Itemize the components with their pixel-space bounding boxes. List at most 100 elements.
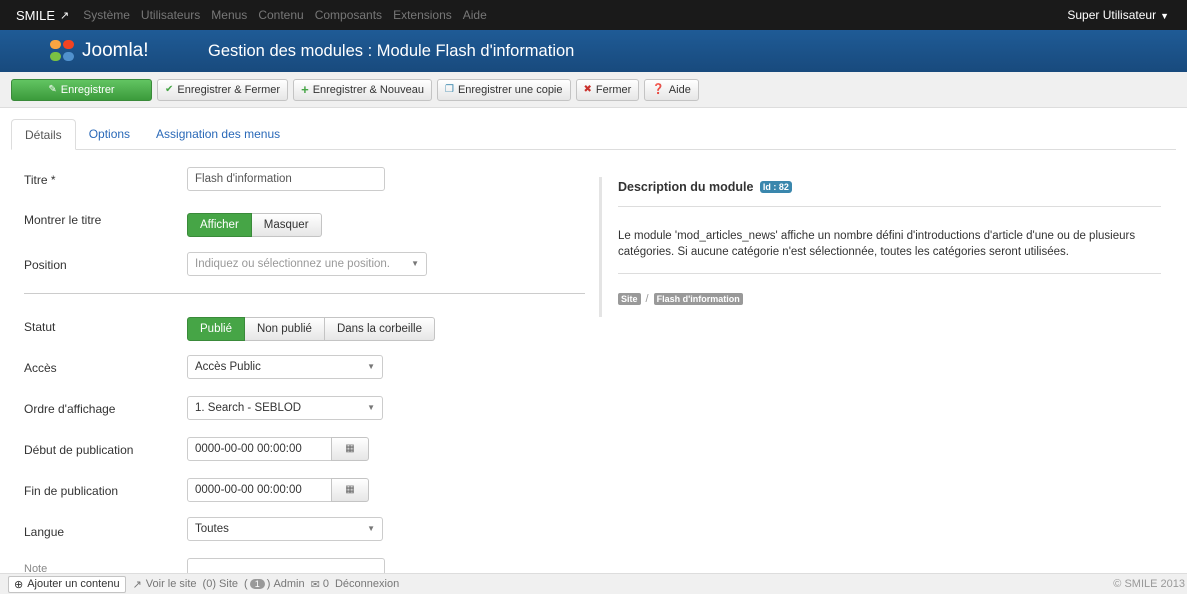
caret-down-icon: ▼ <box>411 259 419 268</box>
menu-menus[interactable]: Menus <box>211 8 247 22</box>
logout-link[interactable]: Déconnexion <box>335 578 399 590</box>
admin-label: Admin <box>273 578 305 590</box>
id-badge: Id : 82 <box>759 181 792 193</box>
page-header: Joomla! Gestion des modules : Module Fla… <box>0 30 1187 72</box>
menu-systeme[interactable]: Système <box>83 8 130 22</box>
menu-aide[interactable]: Aide <box>463 8 487 22</box>
help-button[interactable]: ❓ Aide <box>644 78 699 101</box>
tab-menu-assignment[interactable]: Assignation des menus <box>143 119 293 150</box>
caret-down-icon: ▼ <box>1160 11 1169 21</box>
messages-link[interactable]: ✉ 0 <box>311 578 329 591</box>
save-close-label: Enregistrer & Fermer <box>177 83 281 96</box>
calendar-icon[interactable]: ▦ <box>331 437 369 461</box>
save-copy-button[interactable]: ❐ Enregistrer une copie <box>436 78 571 101</box>
save-copy-label: Enregistrer une copie <box>457 83 563 96</box>
site-users-count: (0) Site <box>202 578 239 590</box>
order-value: 1. Search - SEBLOD <box>195 402 302 414</box>
copy-icon: ❐ <box>444 84 454 95</box>
show-title-masquer[interactable]: Masquer <box>251 213 322 237</box>
tab-bar: Détails Options Assignation des menus <box>11 119 1176 150</box>
menu-utilisateurs[interactable]: Utilisateurs <box>141 8 200 22</box>
copyright-text: © SMILE 2013 <box>1113 578 1185 590</box>
language-value: Toutes <box>195 523 229 535</box>
caret-down-icon: ▼ <box>367 362 375 371</box>
caret-down-icon: ▼ <box>367 403 375 412</box>
save-label: Enregistrer <box>60 83 115 96</box>
menu-extensions[interactable]: Extensions <box>393 8 452 22</box>
publish-up-label: Début de publication <box>24 443 134 457</box>
crumb-site: Site <box>618 293 641 305</box>
access-label: Accès <box>24 361 57 375</box>
position-select[interactable]: Indiquez ou sélectionnez une position. ▼ <box>187 252 427 276</box>
show-title-toggle: Afficher Masquer <box>187 213 322 237</box>
user-menu[interactable]: Super Utilisateur ▼ <box>1067 8 1169 22</box>
view-site-label: Voir le site <box>145 578 197 590</box>
title-input[interactable] <box>187 167 385 191</box>
add-content-label: Ajouter un contenu <box>27 578 120 590</box>
tab-options[interactable]: Options <box>76 119 143 150</box>
title-label: Titre * <box>24 173 56 187</box>
check-icon: ✔ <box>165 84 174 95</box>
publish-down-input[interactable] <box>187 478 332 502</box>
plus-icon: + <box>301 82 309 97</box>
close-label: Fermer <box>595 83 632 96</box>
status-published[interactable]: Publié <box>187 317 245 341</box>
description-title-text: Description du module <box>618 180 754 194</box>
save-button[interactable]: ✎ Enregistrer <box>11 78 152 101</box>
site-brand-link[interactable]: SMILE ↗ <box>16 8 69 23</box>
status-toggle: Publié Non publié Dans la corbeille <box>187 317 435 341</box>
menu-contenu[interactable]: Contenu <box>258 8 303 22</box>
status-unpublished[interactable]: Non publié <box>244 317 325 341</box>
note-input[interactable] <box>187 558 385 573</box>
joomla-logo-icon <box>50 40 76 62</box>
edit-icon: ✎ <box>48 84 57 95</box>
show-title-label: Montrer le titre <box>24 213 102 227</box>
user-name: Super Utilisateur <box>1067 8 1157 22</box>
save-new-label: Enregistrer & Nouveau <box>312 83 424 96</box>
position-placeholder: Indiquez ou sélectionnez une position. <box>195 258 391 270</box>
crumb-separator: / <box>645 293 649 305</box>
brand-name: SMILE <box>16 7 56 23</box>
add-content-button[interactable]: ⊕ Ajouter un contenu <box>8 575 126 593</box>
external-link-icon: ↗ <box>132 578 142 591</box>
cancel-icon: ✖ <box>583 84 592 95</box>
publish-up-input[interactable] <box>187 437 332 461</box>
admin-count-badge: 1 <box>249 579 265 589</box>
module-description-panel: Description du module Id : 82 Le module … <box>599 177 1161 317</box>
access-value: Accès Public <box>195 361 261 373</box>
view-site-link[interactable]: ↗ Voir le site <box>133 578 197 591</box>
save-new-button[interactable]: + Enregistrer & Nouveau <box>293 78 432 101</box>
order-select[interactable]: 1. Search - SEBLOD ▼ <box>187 396 383 420</box>
publish-down-label: Fin de publication <box>24 484 119 498</box>
status-bar: ⊕ Ajouter un contenu ↗ Voir le site (0) … <box>0 573 1187 594</box>
description-text: Le module 'mod_articles_news' affiche un… <box>618 230 1136 258</box>
messages-count: 0 <box>322 578 329 590</box>
divider <box>618 206 1161 207</box>
external-link-icon: ↗ <box>60 9 70 22</box>
plus-circle-icon: ⊕ <box>14 578 24 591</box>
admin-users: (1) Admin <box>244 578 305 590</box>
order-label: Ordre d'affichage <box>24 402 116 416</box>
access-select[interactable]: Accès Public ▼ <box>187 355 383 379</box>
language-select[interactable]: Toutes ▼ <box>187 517 383 541</box>
divider <box>24 293 585 294</box>
logo-text: Joomla! <box>82 40 149 61</box>
calendar-icon[interactable]: ▦ <box>331 478 369 502</box>
divider <box>618 273 1161 274</box>
crumb-module: Flash d'information <box>653 293 743 305</box>
status-label: Statut <box>24 320 56 334</box>
help-label: Aide <box>668 83 691 96</box>
status-trashed[interactable]: Dans la corbeille <box>324 317 435 341</box>
save-close-button[interactable]: ✔ Enregistrer & Fermer <box>157 78 289 101</box>
position-label: Position <box>24 258 67 272</box>
language-label: Langue <box>24 525 65 539</box>
menu-composants[interactable]: Composants <box>315 8 382 22</box>
tab-details[interactable]: Détails <box>11 119 76 150</box>
toolbar: ✎ Enregistrer ✔ Enregistrer & Fermer + Enre… <box>0 72 1187 108</box>
caret-down-icon: ▼ <box>367 524 375 533</box>
close-button[interactable]: ✖ Fermer <box>575 78 640 101</box>
module-breadcrumb: Site / Flash d'information <box>618 293 743 305</box>
top-navbar: SMILE ↗ Système Utilisateurs Menus Conte… <box>0 0 1187 30</box>
show-title-afficher[interactable]: Afficher <box>187 213 252 237</box>
envelope-icon: ✉ <box>310 578 320 591</box>
